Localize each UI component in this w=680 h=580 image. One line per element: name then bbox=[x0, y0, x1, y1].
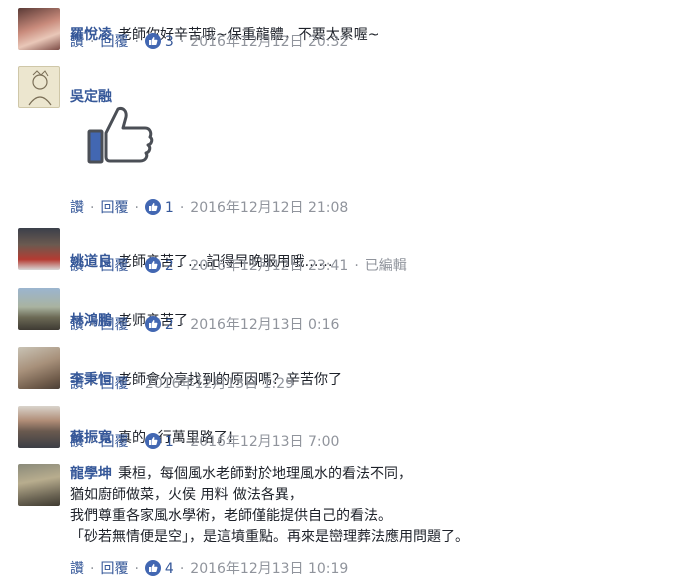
comment-actions: 讚 · 回覆 · 2 · 2016年12月13日 0:16 bbox=[70, 316, 340, 333]
thumbs-up-sticker bbox=[84, 103, 156, 167]
reply-button[interactable]: 回覆 bbox=[100, 200, 128, 216]
reply-button[interactable]: 回覆 bbox=[100, 434, 128, 450]
avatar[interactable] bbox=[18, 406, 60, 448]
comment-actions: 讚 · 回覆 · 1 · 2016年12月13日 7:00 bbox=[70, 433, 340, 450]
avatar[interactable] bbox=[18, 228, 60, 270]
avatar[interactable] bbox=[18, 66, 60, 108]
like-count-icon[interactable] bbox=[144, 33, 161, 49]
comment-timestamp[interactable]: 2016年12月12日 23:41 bbox=[190, 258, 348, 274]
comment-text: 秉桓，每個風水老師對於地理風水的看法不同， 猶如廚師做菜，火侯 用料 做法各異，… bbox=[70, 466, 469, 545]
comment-timestamp[interactable]: 2016年12月13日 7:00 bbox=[190, 434, 339, 450]
like-count-icon[interactable] bbox=[144, 433, 161, 449]
like-count[interactable]: 2 bbox=[165, 317, 174, 333]
like-count-icon[interactable] bbox=[144, 316, 161, 332]
avatar[interactable] bbox=[18, 288, 60, 330]
like-button[interactable]: 讚 bbox=[70, 200, 84, 216]
like-count[interactable]: 2 bbox=[165, 258, 174, 274]
like-count[interactable]: 4 bbox=[165, 561, 174, 577]
thumbs-up-icon bbox=[87, 107, 154, 164]
comment-timestamp[interactable]: 2016年12月12日 21:08 bbox=[190, 200, 348, 216]
like-button[interactable]: 讚 bbox=[70, 434, 84, 450]
like-count[interactable]: 3 bbox=[165, 34, 174, 50]
reply-button[interactable]: 回覆 bbox=[100, 561, 128, 577]
like-button[interactable]: 讚 bbox=[70, 317, 84, 333]
edited-label[interactable]: 已編輯 bbox=[365, 258, 407, 274]
comment-timestamp[interactable]: 2016年12月13日 1:29 bbox=[145, 376, 294, 392]
like-button[interactable]: 讚 bbox=[70, 376, 84, 392]
comment-timestamp[interactable]: 2016年12月13日 10:19 bbox=[190, 561, 348, 577]
reply-button[interactable]: 回覆 bbox=[100, 376, 128, 392]
avatar[interactable] bbox=[18, 464, 60, 506]
like-count-icon[interactable] bbox=[144, 199, 161, 215]
comment-actions: 讚 · 回覆 · 4 · 2016年12月13日 10:19 bbox=[70, 560, 349, 577]
comment-actions: 讚 · 回覆 · 2 · 2016年12月12日 23:41 · 已編輯 bbox=[70, 257, 407, 274]
like-button[interactable]: 讚 bbox=[70, 258, 84, 274]
reply-button[interactable]: 回覆 bbox=[100, 317, 128, 333]
like-count[interactable]: 1 bbox=[165, 200, 174, 216]
comment-timestamp[interactable]: 2016年12月13日 0:16 bbox=[190, 317, 339, 333]
like-count-icon[interactable] bbox=[144, 560, 161, 576]
avatar[interactable] bbox=[18, 8, 60, 50]
like-button[interactable]: 讚 bbox=[70, 34, 84, 50]
like-button[interactable]: 讚 bbox=[70, 561, 84, 577]
comment-actions: 讚 · 回覆 · 1 · 2016年12月12日 21:08 bbox=[70, 199, 349, 216]
comment-actions: 讚 · 回覆 · 2016年12月13日 1:29 bbox=[70, 376, 295, 392]
avatar[interactable] bbox=[18, 347, 60, 389]
reply-button[interactable]: 回覆 bbox=[100, 258, 128, 274]
reply-button[interactable]: 回覆 bbox=[100, 34, 128, 50]
comment-timestamp[interactable]: 2016年12月12日 20:32 bbox=[190, 34, 348, 50]
like-count[interactable]: 1 bbox=[165, 434, 174, 450]
like-count-icon[interactable] bbox=[144, 257, 161, 273]
comment-author[interactable]: 龍學坤 bbox=[70, 466, 112, 482]
comment-actions: 讚 · 回覆 · 3 · 2016年12月12日 20:32 bbox=[70, 33, 349, 50]
